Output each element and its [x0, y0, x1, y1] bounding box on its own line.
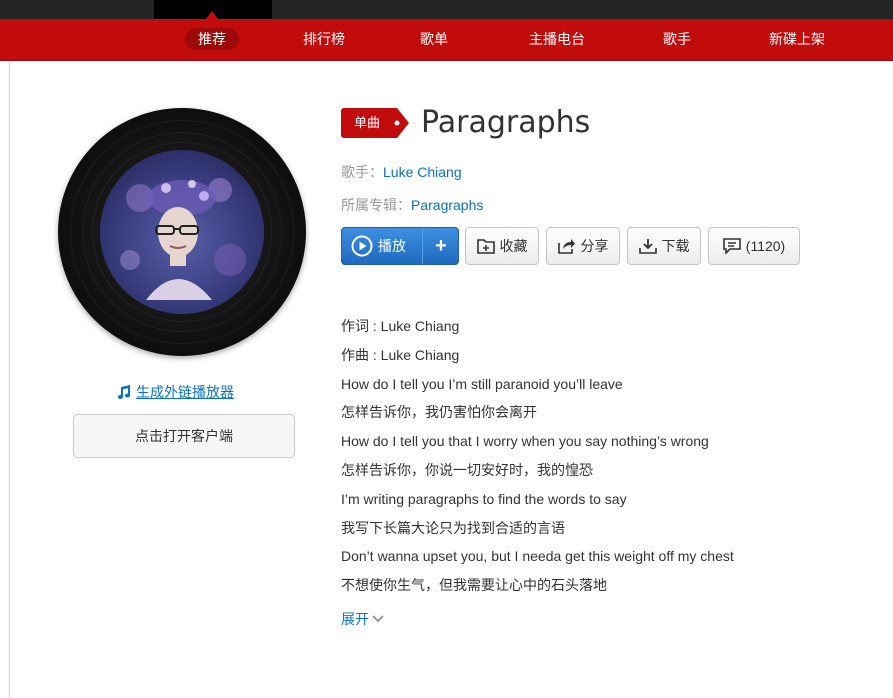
expand-lyrics-link[interactable]: 展开: [341, 609, 385, 629]
play-button[interactable]: 播放: [342, 228, 422, 264]
album-row: 所属专辑：Paragraphs: [341, 195, 483, 215]
collect-folder-icon: [476, 239, 495, 254]
share-button-label: 分享: [580, 238, 609, 254]
lyric-line: I’m writing paragraphs to find the words…: [341, 490, 627, 507]
comment-icon: [722, 238, 741, 254]
lyric-line: 作词 : Luke Chiang: [341, 318, 460, 334]
sub-nav-bar: 推荐 排行榜 歌单 主播电台 歌手 新碟上架: [0, 19, 893, 61]
subnav-item-new-albums[interactable]: 新碟上架: [760, 19, 834, 61]
lyric-line: 我写下长篇大论只为找到合适的言语: [341, 519, 565, 536]
collect-button[interactable]: 收藏: [465, 227, 539, 265]
comment-count: (1120): [745, 238, 786, 254]
active-tab-caret: [206, 11, 218, 19]
subnav-item-playlists[interactable]: 歌单: [406, 19, 462, 61]
lyric-line: 作曲 : Luke Chiang: [341, 346, 460, 363]
album-cover-image: [100, 150, 264, 314]
open-client-button[interactable]: 点击打开客户端: [73, 414, 295, 458]
add-to-playlist-button[interactable]: +: [423, 228, 459, 264]
subnav-item-artists[interactable]: 歌手: [649, 19, 705, 61]
song-title: Paragraphs: [421, 105, 591, 140]
album-link[interactable]: Paragraphs: [411, 197, 483, 213]
download-button-label: 下载: [661, 238, 690, 254]
artist-label: 歌手：: [341, 164, 383, 180]
music-note-icon: [118, 385, 131, 400]
subnav-item-charts[interactable]: 排行榜: [296, 19, 352, 61]
lyric-line: 不想使你生气，但我需要让心中的石头落地: [341, 577, 607, 594]
lyric-line: How do I tell you I’m still paranoid you…: [341, 375, 623, 392]
share-button[interactable]: 分享: [546, 227, 620, 265]
collect-button-label: 收藏: [499, 238, 528, 254]
subnav-item-radio[interactable]: 主播电台: [520, 19, 594, 61]
play-circle-icon: [351, 235, 373, 257]
single-tag-label: 单曲: [354, 115, 381, 130]
play-button-group: 播放 +: [341, 227, 459, 265]
download-button[interactable]: 下载: [627, 227, 701, 265]
generate-player-link[interactable]: 生成外链播放器: [116, 382, 234, 402]
album-label: 所属专辑：: [341, 197, 411, 213]
chevron-down-icon: [372, 615, 384, 623]
lyrics-block: 作词 : Luke Chiang 作曲 : Luke Chiang How do…: [341, 314, 861, 602]
play-button-label: 播放: [378, 238, 406, 254]
artist-link[interactable]: Luke Chiang: [383, 164, 462, 180]
share-icon: [557, 239, 575, 254]
subnav-item-recommend[interactable]: 推荐: [184, 19, 240, 61]
expand-lyrics-label[interactable]: 展开: [341, 609, 369, 629]
artist-row: 歌手：Luke Chiang: [341, 162, 462, 182]
album-cover-vinyl: [58, 108, 306, 356]
comment-button[interactable]: (1120): [708, 227, 800, 265]
download-icon: [638, 239, 657, 254]
top-nav-bar: [0, 0, 893, 19]
lyric-line: Don’t wanna upset you, but I needa get t…: [341, 548, 734, 565]
lyric-line: 怎样告诉你，我仍害怕你会离开: [341, 404, 537, 421]
generate-player-link-text[interactable]: 生成外链播放器: [136, 382, 234, 402]
lyric-line: How do I tell you that I worry when you …: [341, 433, 709, 450]
lyric-line: 怎样告诉你，你说一切安好时，我的惶恐: [341, 461, 593, 478]
